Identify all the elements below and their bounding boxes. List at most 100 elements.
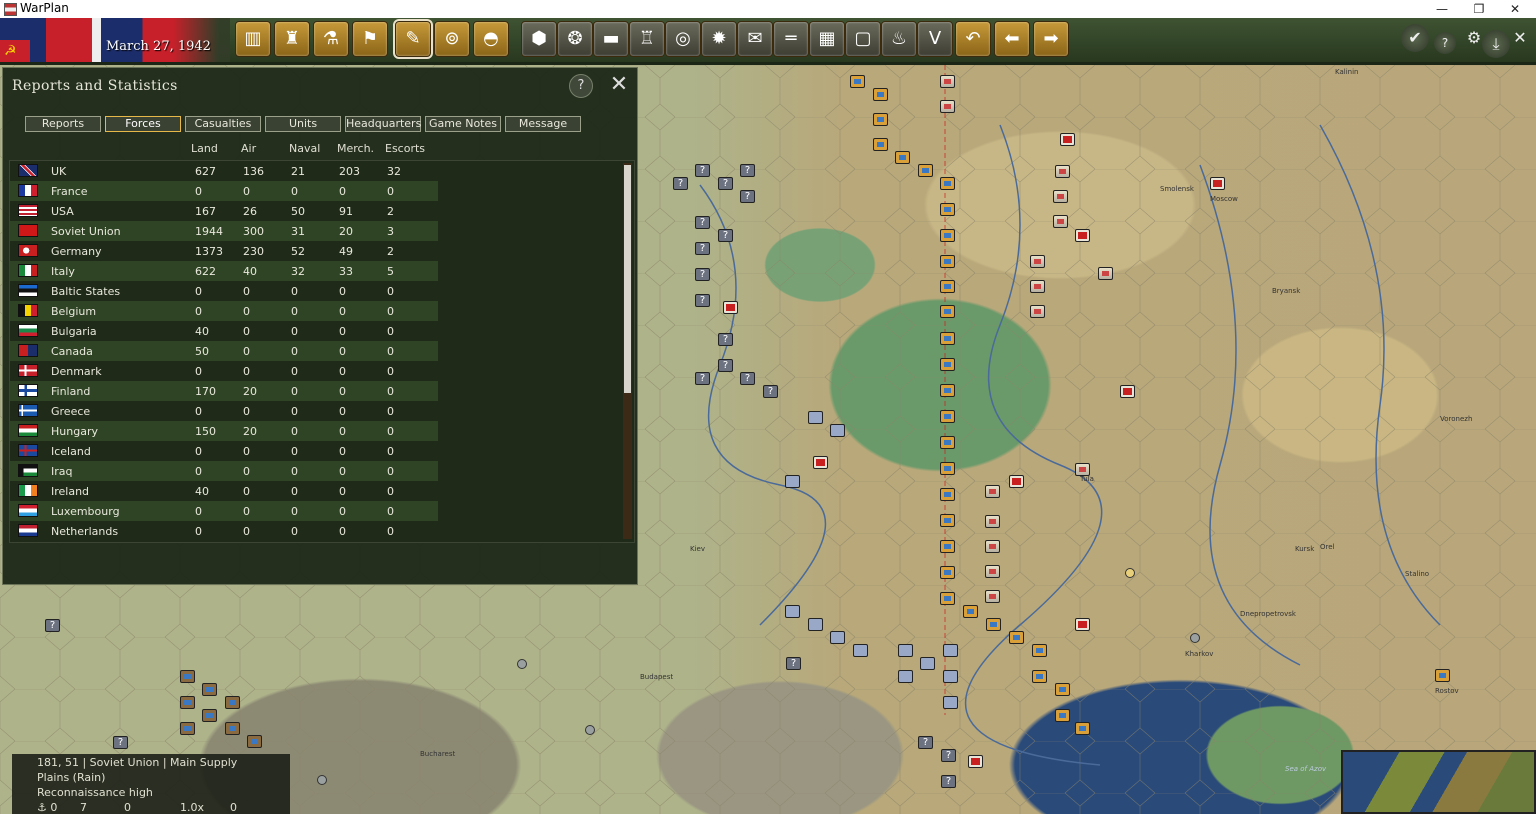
unknown-unit[interactable] (941, 749, 956, 762)
unknown-unit[interactable] (673, 177, 688, 190)
unknown-unit[interactable] (695, 216, 710, 229)
close-window-button[interactable]: ✕ (1500, 0, 1530, 18)
unknown-unit[interactable] (695, 164, 710, 177)
german-unit[interactable] (985, 485, 1000, 498)
axis-minor-unit[interactable] (808, 411, 823, 424)
table-row[interactable]: Italy 622 40 32 33 5 (10, 261, 438, 281)
axis-minor-unit[interactable] (943, 670, 958, 683)
soviet-unit[interactable] (940, 488, 955, 501)
table-row[interactable]: Baltic States 0 0 0 0 0 (10, 281, 438, 301)
prev-icon[interactable]: ⬅ (994, 21, 1030, 57)
unknown-unit[interactable] (718, 333, 733, 346)
grid-icon[interactable]: ▦ (809, 21, 845, 57)
table-row[interactable]: Germany 1373 230 52 49 2 (10, 241, 438, 261)
hq-filter-icon[interactable]: ♖ (629, 21, 665, 57)
soviet-unit[interactable] (940, 592, 955, 605)
soviet-unit[interactable] (963, 605, 978, 618)
tank-filter-icon[interactable]: ▬ (593, 21, 629, 57)
city-marker[interactable] (1125, 568, 1135, 578)
soviet-unit[interactable] (940, 305, 955, 318)
soviet-unit[interactable] (940, 462, 955, 475)
red-unit[interactable] (968, 755, 983, 768)
soviet-unit[interactable] (940, 203, 955, 216)
city-marker[interactable] (1190, 633, 1200, 643)
end-turn-check-icon[interactable]: ✔ (1401, 24, 1429, 52)
soviet-unit[interactable] (940, 540, 955, 553)
tab-reports[interactable]: Reports (25, 116, 101, 132)
soviet-unit[interactable] (873, 138, 888, 151)
soviet-unit[interactable] (940, 410, 955, 423)
factory-icon[interactable]: ▥ (235, 21, 271, 57)
german-unit[interactable] (1055, 165, 1070, 178)
hex-filter-icon[interactable]: ⬢ (521, 21, 557, 57)
table-row[interactable]: Netherlands 0 0 0 0 0 (10, 521, 438, 541)
table-scrollbar[interactable] (623, 163, 632, 539)
table-row[interactable]: Bulgaria 40 0 0 0 0 (10, 321, 438, 341)
next-icon[interactable]: ➡ (1033, 21, 1069, 57)
help-icon[interactable]: ? (1434, 32, 1456, 54)
german-unit[interactable] (1053, 215, 1068, 228)
unknown-unit[interactable] (718, 177, 733, 190)
city-marker[interactable] (585, 725, 595, 735)
soviet-unit[interactable] (1055, 683, 1070, 696)
tab-headquarters[interactable]: Headquarters (345, 116, 421, 132)
soviet-unit[interactable] (1032, 670, 1047, 683)
table-row[interactable]: Finland 170 20 0 0 0 (10, 381, 438, 401)
soviet-unit[interactable] (986, 618, 1001, 631)
soviet-unit[interactable] (940, 358, 955, 371)
tab-message[interactable]: Message (505, 116, 581, 132)
soviet-unit[interactable] (918, 164, 933, 177)
unknown-counter[interactable] (202, 709, 217, 722)
german-unit[interactable] (985, 590, 1000, 603)
red-unit[interactable] (1009, 475, 1024, 488)
axis-minor-unit[interactable] (785, 605, 800, 618)
rail-icon[interactable]: ═ (773, 21, 809, 57)
unknown-unit[interactable] (740, 372, 755, 385)
axis-minor-unit[interactable] (943, 644, 958, 657)
unknown-unit[interactable] (941, 775, 956, 788)
unknown-unit[interactable] (740, 164, 755, 177)
city-marker[interactable] (317, 775, 327, 785)
table-row[interactable]: Greece 0 0 0 0 0 (10, 401, 438, 421)
resource-icon[interactable]: ✹ (701, 21, 737, 57)
unknown-unit[interactable] (718, 359, 733, 372)
soviet-unit[interactable] (940, 332, 955, 345)
soviet-unit[interactable] (940, 566, 955, 579)
table-row[interactable]: Soviet Union 1944 300 31 20 3 (10, 221, 438, 241)
flag-icon[interactable]: ⚑ (352, 21, 388, 57)
table-row[interactable]: Belgium 0 0 0 0 0 (10, 301, 438, 321)
unknown-unit[interactable] (740, 190, 755, 203)
unknown-counter[interactable] (247, 735, 262, 748)
soviet-unit[interactable] (873, 88, 888, 101)
german-unit[interactable] (1030, 280, 1045, 293)
table-row[interactable]: Luxembourg 0 0 0 0 0 (10, 501, 438, 521)
axis-minor-unit[interactable] (853, 644, 868, 657)
minimap[interactable] (1341, 750, 1536, 814)
helmet-icon[interactable]: ◓ (473, 21, 509, 57)
german-unit[interactable] (1098, 267, 1113, 280)
axis-minor-unit[interactable] (830, 631, 845, 644)
german-unit[interactable] (940, 75, 955, 88)
german-unit[interactable] (985, 565, 1000, 578)
scrollbar-thumb[interactable] (624, 165, 631, 393)
red-unit[interactable] (1210, 177, 1225, 190)
table-row[interactable]: Ireland 40 0 0 0 0 (10, 481, 438, 501)
axis-minor-unit[interactable] (785, 475, 800, 488)
red-unit[interactable] (1075, 229, 1090, 242)
unknown-unit[interactable] (763, 385, 778, 398)
table-row[interactable]: USA 167 26 50 91 2 (10, 201, 438, 221)
table-row[interactable]: Denmark 0 0 0 0 0 (10, 361, 438, 381)
table-row[interactable]: Iraq 0 0 0 0 0 (10, 461, 438, 481)
unknown-counter[interactable] (225, 722, 240, 735)
soviet-unit[interactable] (940, 229, 955, 242)
unknown-unit[interactable] (113, 736, 128, 749)
red-unit[interactable] (723, 301, 738, 314)
tab-casualties[interactable]: Casualties (185, 116, 261, 132)
soviet-unit[interactable] (1075, 722, 1090, 735)
soviet-unit[interactable] (940, 177, 955, 190)
soviet-unit[interactable] (1435, 669, 1450, 682)
panel-help-button[interactable]: ? (569, 74, 593, 98)
german-unit[interactable] (1053, 190, 1068, 203)
unknown-unit[interactable] (695, 372, 710, 385)
table-row[interactable]: UK 627 136 21 203 32 (10, 161, 438, 181)
